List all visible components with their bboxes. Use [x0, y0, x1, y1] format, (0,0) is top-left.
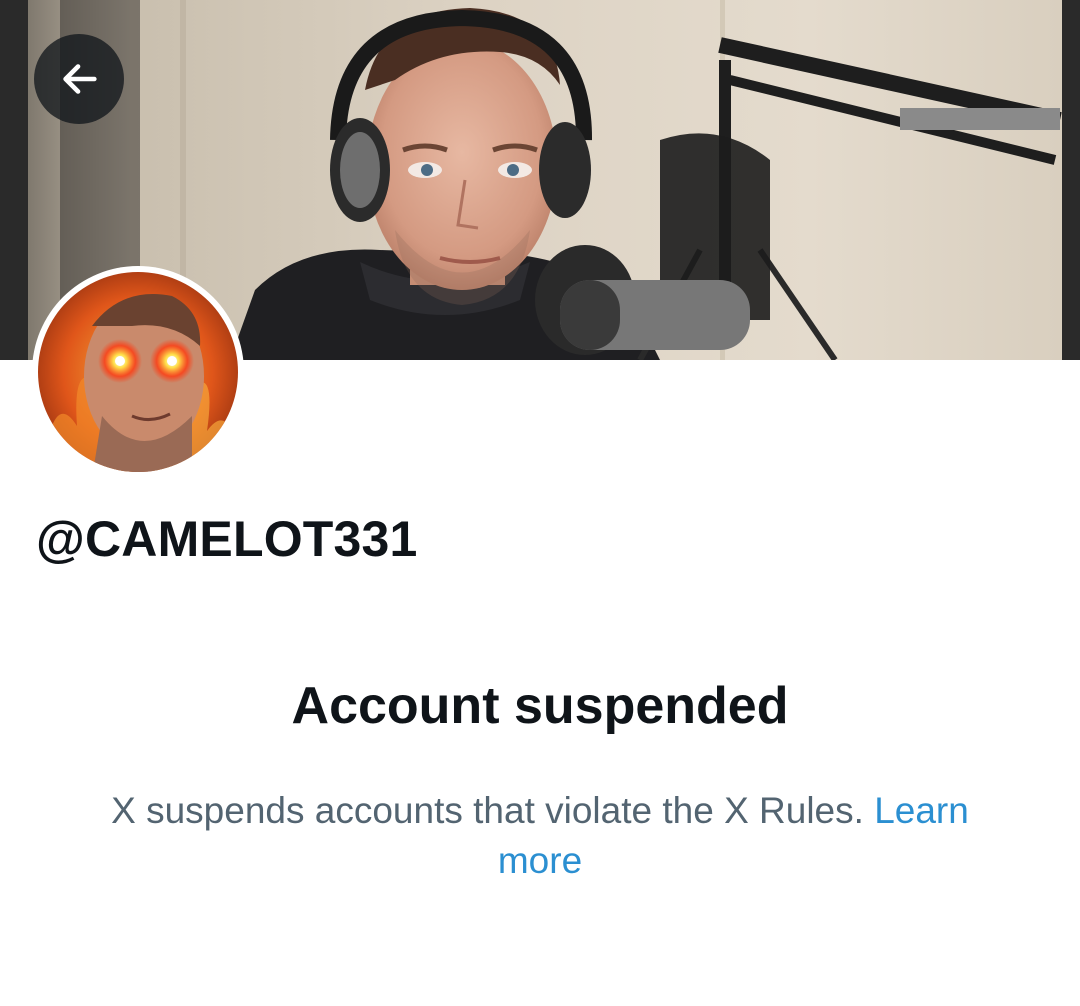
suspended-title: Account suspended — [291, 677, 789, 735]
suspended-message-text: X suspends accounts that violate the X R… — [111, 790, 864, 831]
back-button[interactable] — [34, 34, 124, 124]
profile-handle: @CAMELOT331 — [36, 511, 418, 567]
profile-avatar[interactable] — [32, 266, 244, 478]
arrow-left-icon — [63, 64, 97, 94]
suspended-message: X suspends accounts that violate the X R… — [80, 786, 1000, 886]
avatar-image — [38, 272, 238, 472]
